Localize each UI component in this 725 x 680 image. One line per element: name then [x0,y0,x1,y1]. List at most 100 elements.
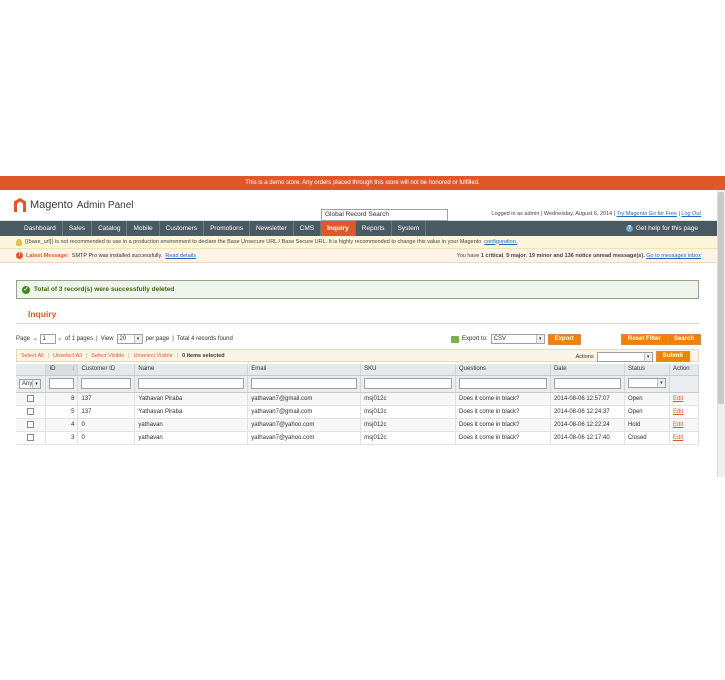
chevron-down-icon: ▾ [656,378,665,387]
table-row[interactable]: 4 0 yathavan yathavan7@yahoo.com msj012c Does… [16,418,700,432]
per-page-value: 20 [119,336,127,342]
filter-name-input[interactable] [138,378,245,389]
nav-item-sales[interactable]: Sales [63,221,93,236]
row-checkbox[interactable] [27,395,35,402]
edit-link[interactable]: Edit [673,435,683,441]
grid-body: 8 137 Yathavan Piraba yathavan7@gmail.com ms… [16,392,700,445]
per-page-select[interactable]: 20 ▾ [116,334,143,344]
cell-action: Edit [669,431,700,445]
edit-link[interactable]: Edit [673,409,683,415]
nav-item-catalog[interactable]: Catalog [92,221,128,236]
nav-item-cms[interactable]: CMS [294,221,322,236]
export-button[interactable]: Export [547,333,581,345]
header-date: Wednesday, August 6, 2014 [543,211,613,217]
page-input[interactable]: 1 [39,334,56,344]
cell-customer-id: 0 [77,431,136,445]
col-header-select [16,364,47,376]
cell-sku: msj012c [360,405,457,419]
view-label: View [100,336,114,342]
configuration-link[interactable]: configuration. [484,236,517,249]
filter-status-select[interactable]: ▾ [627,377,666,388]
table-row[interactable]: 5 137 Yathavan Piraba yathavan7@gmail.com ms… [16,405,700,419]
col-header-name[interactable]: Name [134,364,249,376]
messages-inbox-link[interactable]: Go to messages inbox [646,253,701,259]
col-header-customer-id[interactable]: Customer ID [77,364,136,376]
critical-count: 1 critical [480,253,504,259]
filter-questions-input[interactable] [459,378,547,389]
export-format-select[interactable]: CSV ▾ [490,334,545,344]
select-all-link[interactable]: Select All [21,353,44,359]
cell-id: 8 [45,392,79,406]
prev-page-icon[interactable]: ◂ [33,335,37,343]
sort-down-icon: ↓ [71,366,75,373]
cell-question: Does it come in black? [455,418,551,432]
col-header-questions[interactable]: Questions [455,364,551,376]
cell-question: Does it come in black? [455,431,551,445]
logo[interactable]: Magento Admin Panel [14,198,134,212]
row-checkbox[interactable] [27,408,35,415]
nav-item-customers[interactable]: Customers [160,221,205,236]
header-user-info: Logged in as admin | Wednesday, August 6… [491,211,701,217]
success-text: Total of 3 record(s) were successfully d… [34,286,175,293]
alert-icon: ! [16,252,23,259]
global-search-input[interactable]: Global Record Search [321,209,448,221]
summary-prefix: You have [456,253,480,259]
filter-email-input[interactable] [251,378,358,389]
page-title: Inquiry [28,309,57,319]
reset-filter-button[interactable]: Reset Filter [621,334,668,345]
cell-action: Edit [669,405,700,419]
table-row[interactable]: 8 137 Yathavan Piraba yathavan7@gmail.com ms… [16,392,700,406]
nav-item-inquiry[interactable]: Inquiry [321,221,356,236]
col-id-label: ID [49,366,56,373]
nav-item-reports[interactable]: Reports [356,221,392,236]
col-header-id[interactable]: ID ↓ [45,364,79,376]
edit-link[interactable]: Edit [673,422,683,428]
filter-action-empty [669,375,700,393]
filter-any-select[interactable]: Any ▾ [19,378,41,389]
select-visible-link[interactable]: Select Visible [91,353,124,359]
col-header-email[interactable]: Email [247,364,362,376]
unselect-visible-link[interactable]: Unselect Visible [134,353,173,359]
cell-date: 2014-08-06 12:22:24 [550,418,625,432]
edit-link[interactable]: Edit [673,396,683,402]
row-select-cell [16,418,47,432]
nav-item-newsletter[interactable]: Newsletter [250,221,294,236]
nav-item-mobile[interactable]: Mobile [127,221,160,236]
col-header-date[interactable]: Date [550,364,625,376]
table-row[interactable]: 3 0 yathavan yathavan7@yahoo.com msj012c Does… [16,431,700,445]
help-link[interactable]: ? Get help for this page [625,221,698,236]
nav-item-system[interactable]: System [392,221,427,236]
logout-link[interactable]: Log Out [681,211,701,217]
col-header-sku[interactable]: SKU [360,364,457,376]
cell-date: 2014-08-06 12:17:40 [550,431,625,445]
filter-id-input[interactable] [49,378,75,389]
selected-count: 0 items selected [182,352,225,359]
grid-filter-row: Any ▾ ▾ [16,375,700,393]
row-select-cell [16,431,47,445]
cell-sku: msj012c [360,392,457,406]
scrollbar-thumb[interactable] [718,192,724,404]
row-checkbox[interactable] [27,434,35,441]
read-details-link[interactable]: Read details [165,249,196,263]
cell-name: yathavan [134,418,249,432]
unselect-all-link[interactable]: Unselect All [53,353,82,359]
actions-label: Actions [575,353,594,360]
try-magento-link[interactable]: Try Magento Go for Free [617,211,677,217]
filter-customer-id-input[interactable] [81,378,132,389]
actions-select[interactable]: ▾ [596,351,653,362]
col-header-status[interactable]: Status [624,364,670,376]
minor-count: 19 minor and [528,253,564,259]
export-icon [451,335,459,343]
filter-sku-input[interactable] [364,378,453,389]
row-checkbox[interactable] [27,421,35,428]
nav-item-dashboard[interactable]: Dashboard [18,221,63,236]
main-nav: Dashboard Sales Catalog Mobile Customers Prom… [0,221,725,236]
cell-id: 4 [45,418,79,432]
cell-action: Edit [669,418,700,432]
chevron-down-icon: ▾ [535,335,544,343]
search-button[interactable]: Search [667,334,702,345]
next-page-icon[interactable]: ▸ [59,335,63,343]
nav-item-promotions[interactable]: Promotions [204,221,250,236]
filter-date-input[interactable] [553,378,621,389]
submit-button[interactable]: Submit [655,351,690,362]
